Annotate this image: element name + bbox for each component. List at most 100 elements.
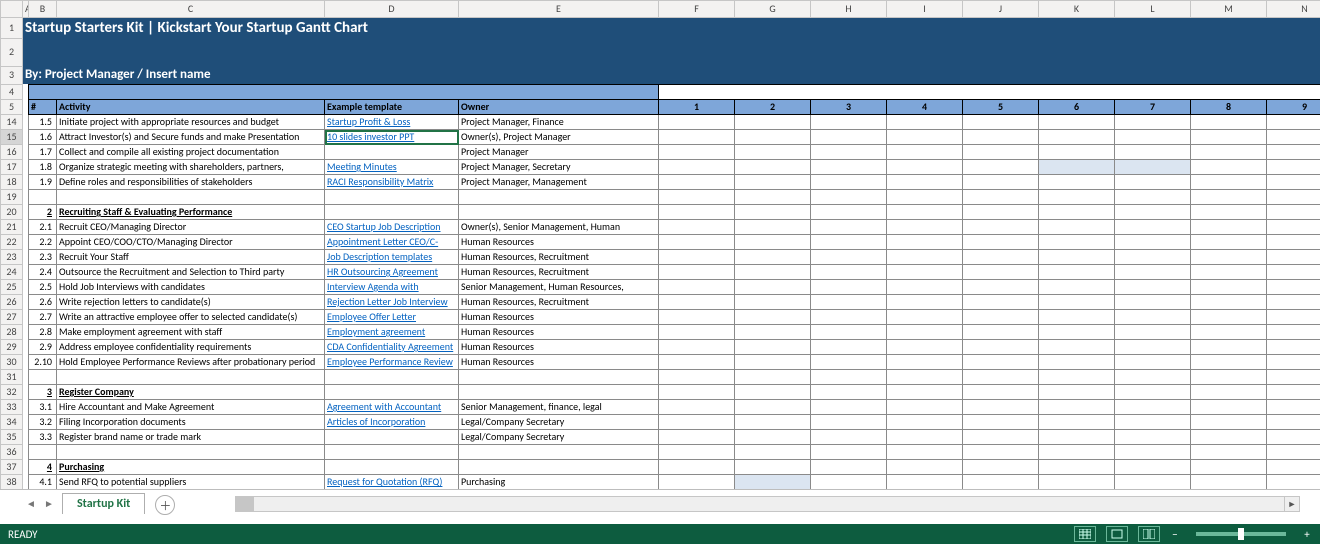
cell[interactable] [1039, 370, 1115, 385]
cell[interactable] [459, 370, 659, 385]
gantt-cell[interactable] [811, 280, 887, 295]
gantt-cell[interactable] [963, 415, 1039, 430]
gantt-cell[interactable] [1039, 475, 1115, 490]
cell-activity[interactable]: Define roles and responsibilities of sta… [57, 175, 325, 190]
col-E[interactable]: E [459, 1, 659, 18]
gantt-cell[interactable] [963, 205, 1039, 220]
col-I[interactable]: I [887, 1, 963, 18]
cell-activity[interactable]: Organize strategic meeting with sharehol… [57, 160, 325, 175]
row-hdr[interactable]: 29 [1, 340, 23, 355]
gantt-cell[interactable] [963, 295, 1039, 310]
cell-activity[interactable]: Write an attractive employee offer to se… [57, 310, 325, 325]
gantt-cell[interactable] [963, 235, 1039, 250]
cell[interactable] [459, 190, 659, 205]
gantt-cell[interactable] [1191, 250, 1267, 265]
gantt-cell[interactable] [1191, 175, 1267, 190]
gantt-cell[interactable] [811, 430, 887, 445]
cell[interactable] [325, 445, 459, 460]
gantt-cell[interactable] [887, 460, 963, 475]
cell-number[interactable]: 2.10 [29, 355, 57, 370]
gantt-cell[interactable] [811, 295, 887, 310]
gantt-cell[interactable] [811, 160, 887, 175]
gantt-cell[interactable] [887, 205, 963, 220]
row-hdr[interactable]: 32 [1, 385, 23, 400]
gantt-cell[interactable] [1039, 385, 1115, 400]
gantt-cell[interactable] [1267, 340, 1320, 355]
row-hdr[interactable]: 33 [1, 400, 23, 415]
gantt-cell[interactable] [735, 280, 811, 295]
gantt-cell[interactable] [963, 460, 1039, 475]
gantt-cell[interactable] [1267, 355, 1320, 370]
gantt-cell[interactable] [963, 340, 1039, 355]
column-headers[interactable]: A B C D E F G H I J K L M N [1, 1, 1320, 18]
cell[interactable] [325, 370, 459, 385]
gantt-cell[interactable] [1267, 160, 1320, 175]
cell-number[interactable]: 3 [29, 385, 57, 400]
gantt-cell[interactable] [1039, 415, 1115, 430]
cell[interactable] [1267, 190, 1320, 205]
row-hdr[interactable]: 24 [1, 265, 23, 280]
cell-number[interactable]: 2.6 [29, 295, 57, 310]
cell-template[interactable]: Appointment Letter CEO/C- [325, 235, 459, 250]
cell-template[interactable]: Employee Offer Letter [325, 310, 459, 325]
cell[interactable] [735, 370, 811, 385]
row-hdr[interactable]: 1 [1, 18, 23, 39]
row-hdr[interactable]: 18 [1, 175, 23, 190]
cell-activity[interactable]: Initiate project with appropriate resour… [57, 115, 325, 130]
cell-template[interactable]: Request for Quotation (RFQ) [325, 475, 459, 490]
gantt-cell[interactable] [1267, 175, 1320, 190]
cell-number[interactable]: 1.9 [29, 175, 57, 190]
cell-template[interactable] [325, 460, 459, 475]
gantt-cell[interactable] [887, 220, 963, 235]
gantt-cell[interactable] [1191, 415, 1267, 430]
cell-number[interactable]: 2.2 [29, 235, 57, 250]
gantt-cell[interactable] [811, 250, 887, 265]
gantt-cell[interactable] [1039, 340, 1115, 355]
gantt-cell[interactable] [1115, 475, 1191, 490]
gantt-cell[interactable] [1115, 325, 1191, 340]
cell-owner[interactable] [459, 460, 659, 475]
gantt-cell[interactable] [1039, 355, 1115, 370]
gantt-cell[interactable] [887, 115, 963, 130]
gantt-cell[interactable] [887, 310, 963, 325]
gantt-cell[interactable] [1267, 400, 1320, 415]
gantt-cell[interactable] [811, 220, 887, 235]
row-hdr[interactable]: 30 [1, 355, 23, 370]
gantt-cell[interactable] [887, 130, 963, 145]
zoom-out-button[interactable]: − [1170, 528, 1180, 541]
cell-template[interactable]: CDA Confidentiality Agreement [325, 340, 459, 355]
gantt-cell[interactable] [887, 325, 963, 340]
gantt-cell[interactable] [659, 235, 735, 250]
cell[interactable] [811, 445, 887, 460]
gantt-cell[interactable] [1039, 205, 1115, 220]
gantt-cell[interactable] [963, 115, 1039, 130]
gantt-cell[interactable] [963, 220, 1039, 235]
view-page-layout-icon[interactable] [1106, 526, 1128, 542]
gantt-cell[interactable] [1115, 235, 1191, 250]
cell-activity[interactable]: Filing Incorporation documents [57, 415, 325, 430]
gantt-cell[interactable] [811, 385, 887, 400]
cell-owner[interactable]: Human Resources [459, 325, 659, 340]
gantt-cell[interactable] [735, 145, 811, 160]
gantt-cell[interactable] [811, 400, 887, 415]
gantt-cell[interactable] [1191, 160, 1267, 175]
cell[interactable] [1115, 445, 1191, 460]
row-hdr[interactable]: 22 [1, 235, 23, 250]
gantt-cell[interactable] [1267, 145, 1320, 160]
cell[interactable] [659, 445, 735, 460]
gantt-cell[interactable] [1267, 130, 1320, 145]
gantt-cell[interactable] [659, 415, 735, 430]
cell-owner[interactable]: Human Resources, Recruitment [459, 250, 659, 265]
gantt-cell[interactable] [963, 175, 1039, 190]
gantt-cell[interactable] [735, 325, 811, 340]
scroll-thumb[interactable] [236, 497, 254, 511]
gantt-cell[interactable] [1115, 115, 1191, 130]
gantt-cell[interactable] [1191, 310, 1267, 325]
gantt-cell[interactable] [659, 400, 735, 415]
gantt-cell[interactable] [735, 235, 811, 250]
cell-number[interactable]: 2.8 [29, 325, 57, 340]
tab-nav-prev-icon[interactable]: ◄ [24, 496, 38, 510]
cell-template[interactable]: Startup Profit & Loss [325, 115, 459, 130]
gantt-cell[interactable] [1115, 160, 1191, 175]
cell-activity[interactable]: Address employee confidentiality require… [57, 340, 325, 355]
